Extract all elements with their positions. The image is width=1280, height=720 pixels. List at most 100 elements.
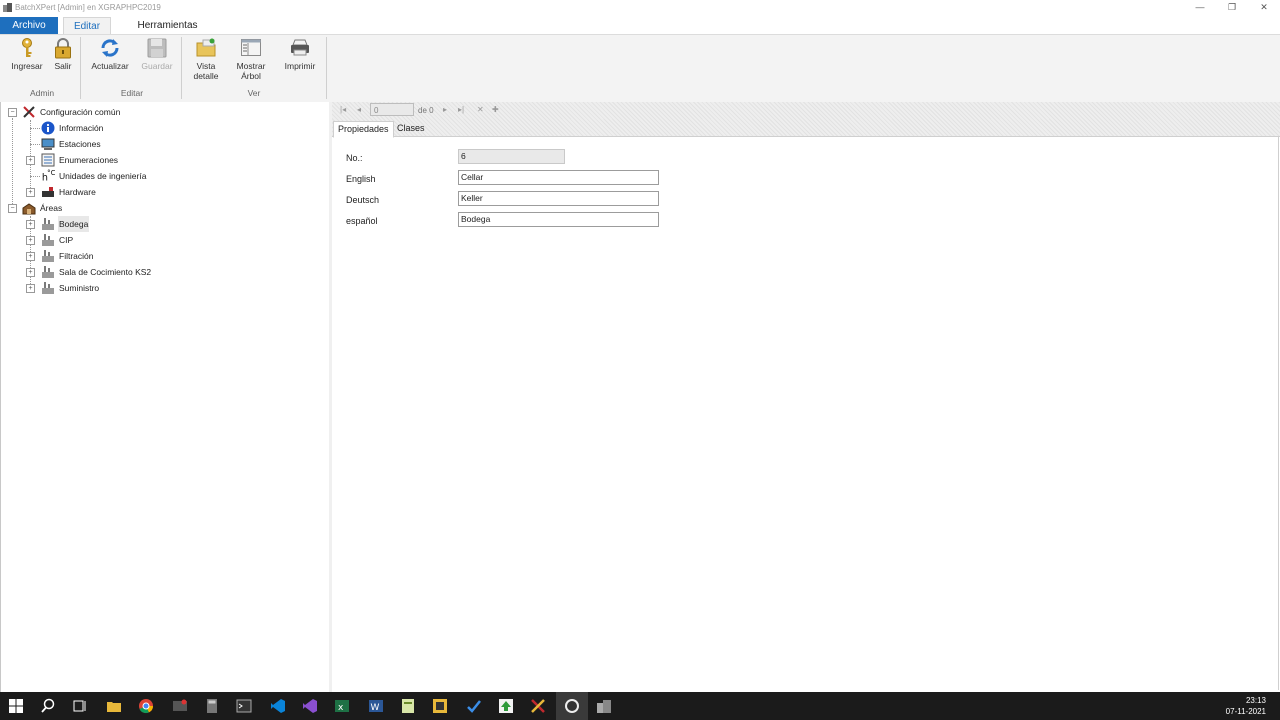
- menu-archivo[interactable]: Archivo: [0, 17, 58, 34]
- windows-start-icon[interactable]: [8, 698, 24, 714]
- tree-node-cip[interactable]: + CIP: [1, 232, 321, 248]
- expand-icon[interactable]: +: [26, 284, 35, 293]
- expand-icon[interactable]: +: [26, 252, 35, 261]
- chrome-icon[interactable]: [138, 698, 154, 714]
- collapse-icon[interactable]: −: [8, 204, 17, 213]
- title-bar: BatchXPert [Admin] en XGRAPHPC2019 — ❐ ✕: [0, 0, 1280, 15]
- collapse-icon[interactable]: −: [8, 108, 17, 117]
- tree-label: Hardware: [59, 187, 96, 197]
- expand-icon[interactable]: +: [26, 188, 35, 197]
- hardware-icon: [42, 187, 54, 197]
- app-icon: [3, 3, 12, 12]
- menu-editar[interactable]: Editar: [63, 17, 111, 34]
- tree-node-suministro[interactable]: + Suministro: [1, 280, 321, 296]
- media-app-icon[interactable]: [172, 698, 188, 714]
- folder-detail-icon: [196, 38, 216, 57]
- save-icon: [147, 38, 167, 58]
- ingresar-button[interactable]: Ingresar: [8, 37, 46, 71]
- printer-icon: [291, 39, 309, 56]
- info-icon: [41, 121, 55, 135]
- record-count-label: de 0: [418, 106, 434, 115]
- system-clock[interactable]: 23:13 07-11-2021: [1226, 695, 1266, 717]
- mostrar-arbol-button[interactable]: Mostrar Árbol: [232, 37, 270, 81]
- vista-label-1: Vista: [196, 61, 216, 71]
- tree-node-enumeraciones[interactable]: + Enumeraciones: [1, 152, 321, 168]
- guardar-button[interactable]: Guardar: [138, 37, 176, 71]
- expand-icon[interactable]: +: [26, 268, 35, 277]
- excel-icon[interactable]: x: [334, 698, 350, 714]
- tree-node-config[interactable]: − Configuración común: [1, 104, 321, 120]
- salir-label: Salir: [54, 61, 72, 71]
- record-navigator: |◂ ◂ 0 de 0 ▸ ▸| ✕ ✚: [332, 102, 1280, 119]
- expand-icon[interactable]: +: [26, 220, 35, 229]
- search-icon[interactable]: [40, 698, 56, 714]
- tree-node-areas[interactable]: − Áreas: [1, 200, 321, 216]
- english-label: English: [346, 174, 376, 184]
- factory-icon: [42, 282, 54, 294]
- tree-label: Unidades de ingeniería: [59, 171, 147, 181]
- calculator-icon[interactable]: [204, 698, 220, 714]
- expand-icon[interactable]: +: [26, 236, 35, 245]
- svg-text:°C: °C: [47, 169, 55, 177]
- salir-button[interactable]: Salir: [50, 37, 76, 71]
- terminal-icon[interactable]: [236, 698, 252, 714]
- imprimir-button[interactable]: Imprimir: [280, 37, 320, 71]
- tree-node-informacion[interactable]: Información: [1, 120, 321, 136]
- notes-icon[interactable]: [400, 698, 416, 714]
- group-separator: [181, 37, 182, 99]
- english-field[interactable]: Cellar: [458, 170, 659, 185]
- vista-detalle-button[interactable]: Vista detalle: [188, 37, 224, 81]
- minimize-button[interactable]: —: [1184, 1, 1216, 14]
- refresh-icon: [101, 39, 119, 57]
- ingresar-label: Ingresar: [11, 61, 43, 71]
- close-button[interactable]: ✕: [1248, 1, 1280, 14]
- record-position-input[interactable]: 0: [370, 103, 414, 116]
- batchxpert-icon[interactable]: [596, 698, 612, 714]
- vscode-icon[interactable]: [270, 698, 286, 714]
- actualizar-button[interactable]: Actualizar: [88, 37, 132, 71]
- add-record-icon[interactable]: ✚: [492, 105, 499, 114]
- factory-icon: [42, 234, 54, 246]
- lock-icon: [55, 38, 71, 59]
- delete-record-icon[interactable]: ✕: [477, 105, 484, 114]
- file-explorer-icon[interactable]: [106, 698, 122, 714]
- prev-record-icon[interactable]: ◂: [357, 105, 361, 114]
- tree-node-sala[interactable]: + Sala de Cocimiento KS2: [1, 264, 321, 280]
- tree-node-filtracion[interactable]: + Filtración: [1, 248, 321, 264]
- word-icon[interactable]: W: [368, 698, 384, 714]
- first-record-icon[interactable]: |◂: [340, 105, 346, 114]
- tree-node-hardware[interactable]: + Hardware: [1, 184, 321, 200]
- task-view-icon[interactable]: [72, 698, 88, 714]
- obs-icon[interactable]: [564, 698, 580, 714]
- factory-icon: [42, 218, 54, 230]
- upload-app-icon[interactable]: [498, 698, 514, 714]
- tree-label: Configuración común: [40, 107, 121, 117]
- arbol-label-1: Mostrar: [236, 61, 266, 71]
- deutsch-field[interactable]: Keller: [458, 191, 659, 206]
- tree-label: Información: [59, 123, 104, 133]
- tree-panel[interactable]: − Configuración común Información Estaci…: [0, 102, 330, 692]
- menu-herramientas[interactable]: Herramientas: [130, 17, 205, 34]
- espanol-field[interactable]: Bodega: [458, 212, 659, 227]
- network-app-icon[interactable]: [432, 698, 448, 714]
- vista-label-2: detalle: [193, 71, 219, 81]
- imprimir-label: Imprimir: [284, 61, 316, 71]
- tree-node-unidades[interactable]: h °C Unidades de ingeniería: [1, 168, 321, 184]
- tab-propiedades[interactable]: Propiedades: [333, 121, 394, 138]
- group-editar-label: Editar: [120, 88, 144, 98]
- group-separator: [326, 37, 327, 99]
- factory-icon: [42, 250, 54, 262]
- tools-app-icon[interactable]: [530, 698, 546, 714]
- next-record-icon[interactable]: ▸: [443, 105, 447, 114]
- ribbon: Ingresar Salir Admin Actualizar Guardar …: [0, 34, 1280, 103]
- todo-icon[interactable]: [466, 698, 482, 714]
- visual-studio-icon[interactable]: [302, 698, 318, 714]
- detail-panel: |◂ ◂ 0 de 0 ▸ ▸| ✕ ✚ Propiedades Clases …: [332, 102, 1280, 692]
- last-record-icon[interactable]: ▸|: [458, 105, 464, 114]
- tree-node-estaciones[interactable]: Estaciones: [1, 136, 321, 152]
- tree-node-bodega[interactable]: + Bodega: [1, 216, 321, 232]
- taskbar: x W 23:13 07-11-2021: [0, 692, 1280, 720]
- tab-clases[interactable]: Clases: [393, 121, 429, 136]
- restore-button[interactable]: ❐: [1216, 1, 1248, 14]
- expand-icon[interactable]: +: [26, 156, 35, 165]
